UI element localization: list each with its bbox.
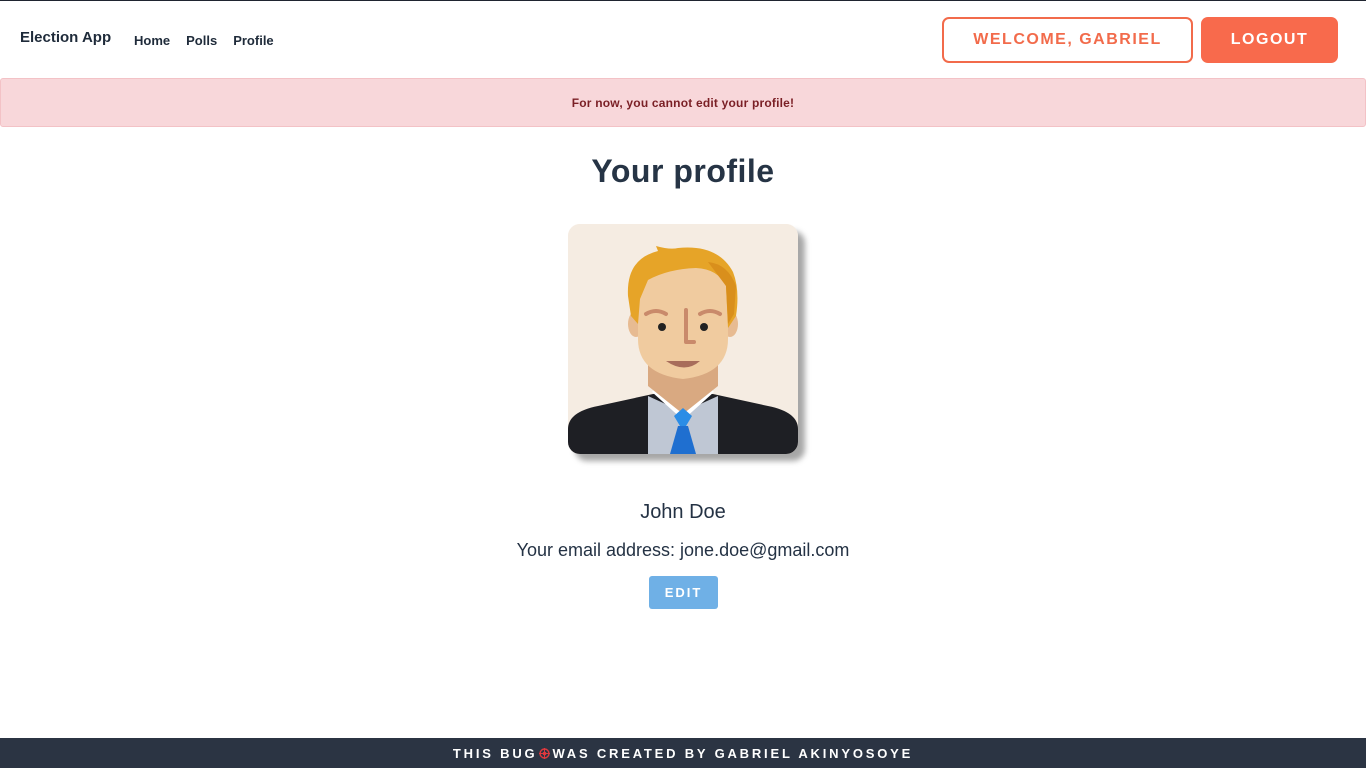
footer-text-after: WAS CREATED BY GABRIEL AKINYOSOYE: [552, 746, 914, 761]
brand-logo[interactable]: Election App: [20, 29, 111, 46]
profile-name: John Doe: [640, 501, 726, 523]
logout-button[interactable]: LOGOUT: [1201, 17, 1338, 63]
edit-button[interactable]: EDIT: [649, 576, 718, 609]
bug-icon: [538, 747, 551, 760]
nav-link-home[interactable]: Home: [134, 33, 170, 48]
nav-link-profile[interactable]: Profile: [233, 33, 273, 48]
page-title: Your profile: [591, 153, 775, 189]
nav-link-polls[interactable]: Polls: [186, 33, 217, 48]
user-avatar-icon: [568, 224, 798, 454]
email-address: Your email address: jone.doe@gmail.com: [516, 540, 850, 560]
footer: THIS BUG WAS CREATED BY GABRIEL AKINYOSO…: [0, 738, 1366, 768]
nav-links: Home Polls Profile: [134, 33, 290, 48]
alert-banner: For now, you cannot edit your profile!: [0, 78, 1366, 127]
alert-message: For now, you cannot edit your profile!: [571, 95, 795, 110]
footer-credit: THIS BUG WAS CREATED BY GABRIEL AKINYOSO…: [453, 746, 913, 761]
footer-text-before: THIS BUG: [452, 746, 538, 761]
welcome-button[interactable]: WELCOME, GABRIEL: [942, 17, 1193, 63]
navbar: Election App Home Polls Profile WELCOME,…: [0, 2, 1366, 78]
